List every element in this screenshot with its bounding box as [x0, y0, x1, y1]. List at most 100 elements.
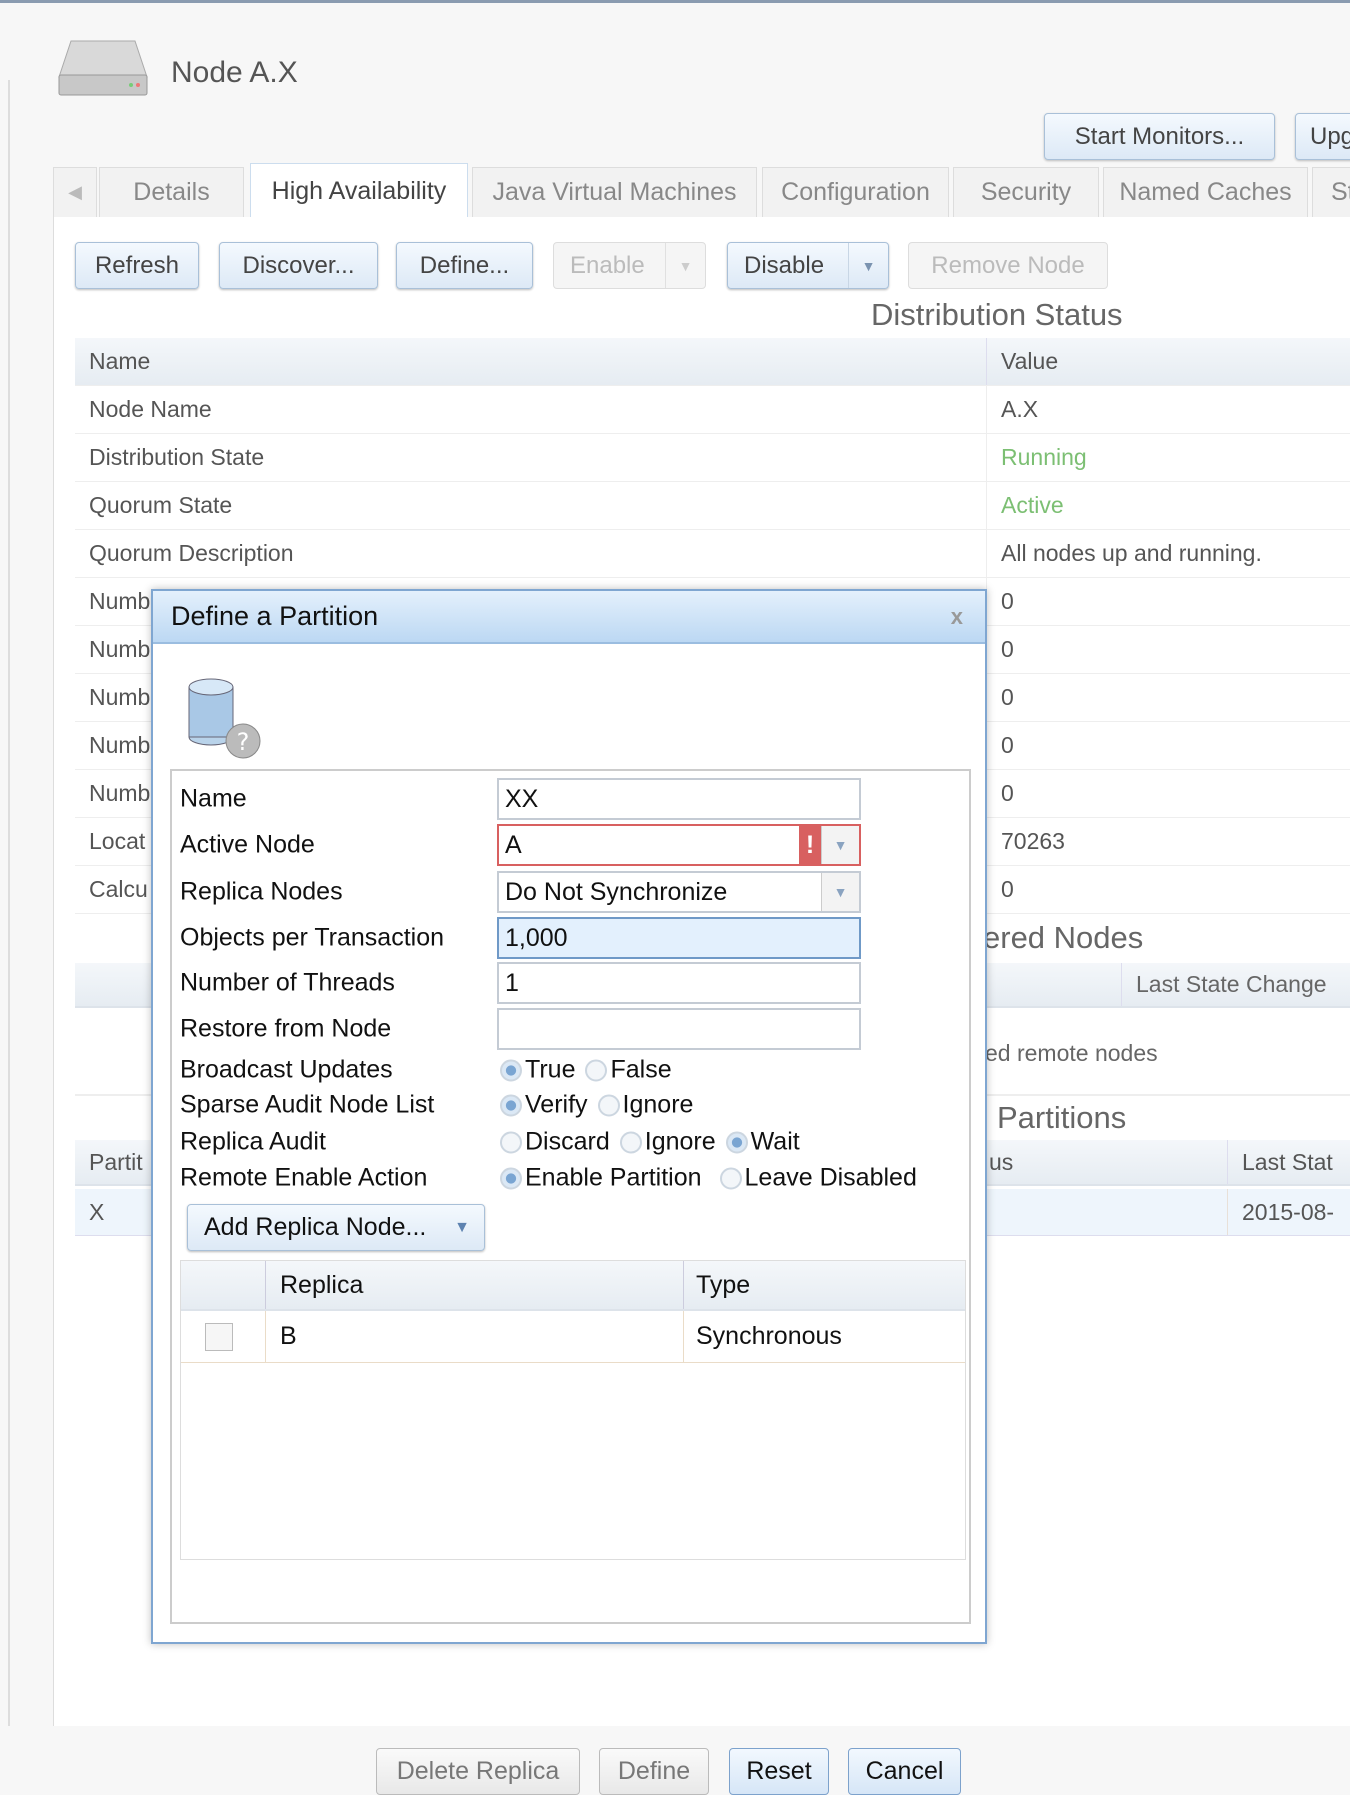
number-of-threads-input[interactable]: 1 [497, 962, 861, 1004]
upgrade-button[interactable]: Upg [1295, 113, 1350, 160]
radio-option[interactable]: True [500, 1056, 575, 1085]
tab-details[interactable]: Details [99, 167, 244, 217]
row-value: 70263 [986, 818, 1350, 865]
tab-named-caches[interactable]: Named Caches [1103, 167, 1308, 217]
tab-java-virtual-machines[interactable]: Java Virtual Machines [472, 167, 757, 217]
restore-from-node-input[interactable] [497, 1008, 861, 1050]
tab-security[interactable]: Security [953, 167, 1099, 217]
window-top-border [0, 0, 1350, 3]
row-value: Running [986, 434, 1350, 481]
row-name: Numb [89, 636, 151, 662]
start-monitors-button[interactable]: Start Monitors... [1044, 113, 1275, 160]
database-help-icon: ? [187, 677, 265, 769]
node-drive-icon [57, 39, 149, 96]
remote-enable-label: Remote Enable Action [180, 1163, 428, 1192]
radio-button[interactable] [500, 1094, 522, 1117]
tab-configuration[interactable]: Configuration [762, 167, 949, 217]
objects-per-transaction-input[interactable]: 1,000 [497, 917, 861, 959]
column-header-last-state[interactable]: Last Stat [1227, 1140, 1333, 1184]
replica-grid: Replica Type B Synchronous [180, 1260, 966, 1560]
table-row[interactable]: Quorum State Active [75, 482, 1350, 530]
disable-label: Disable [744, 251, 825, 279]
name-value: XX [505, 784, 539, 813]
radio-option[interactable]: Verify [500, 1091, 588, 1120]
radio-option[interactable]: False [585, 1055, 672, 1085]
radio-button[interactable] [500, 1167, 522, 1190]
row-name: Calcu [89, 876, 148, 902]
table-row[interactable]: Quorum Description All nodes up and runni… [75, 530, 1350, 578]
chevron-down-icon[interactable]: ▼ [665, 243, 705, 288]
left-divider [8, 80, 10, 1726]
remove-node-button[interactable]: Remove Node [908, 242, 1108, 289]
discover-button[interactable]: Discover... [219, 242, 378, 289]
radio-option[interactable]: Discard [500, 1128, 610, 1157]
refresh-button[interactable]: Refresh [75, 242, 199, 289]
table-row[interactable]: Node Name A.X [75, 386, 1350, 434]
row-value: 0 [986, 866, 1350, 913]
close-icon[interactable]: x [951, 604, 963, 630]
tab-high-availability[interactable]: High Availability [250, 163, 468, 219]
radio-button[interactable] [585, 1059, 608, 1082]
chevron-left-icon: ◀ [68, 182, 82, 202]
radio-button[interactable] [500, 1059, 522, 1082]
discovered-empty-message: ed remote nodes [985, 1040, 1158, 1066]
cancel-button[interactable]: Cancel [848, 1748, 961, 1795]
row-value: 0 [986, 626, 1350, 673]
column-header-status[interactable]: us [989, 1140, 1013, 1184]
radio-button[interactable] [719, 1167, 742, 1190]
tab-scroll-left[interactable]: ◀ [53, 167, 97, 217]
replica-audit-radio-group: Discard Ignore Wait [500, 1128, 800, 1157]
radio-button[interactable] [725, 1131, 748, 1154]
table-row[interactable]: Distribution State Running [75, 434, 1350, 482]
delete-replica-button[interactable]: Delete Replica [376, 1748, 580, 1795]
page-title: Node A.X [171, 56, 298, 89]
dialog-titlebar[interactable]: Define a Partition x [153, 591, 985, 644]
radio-option[interactable]: Leave Disabled [719, 1163, 917, 1193]
column-header-name[interactable]: Name [89, 338, 150, 385]
row-value: Active [986, 482, 1350, 529]
add-replica-label: Add Replica Node... [204, 1213, 427, 1241]
define-button[interactable]: Define... [396, 242, 533, 289]
radio-option[interactable]: Ignore [597, 1090, 694, 1120]
chevron-down-icon[interactable]: ▼ [821, 826, 859, 864]
radio-button[interactable] [500, 1131, 522, 1154]
chevron-down-icon[interactable]: ▼ [821, 873, 859, 911]
row-value: 0 [986, 770, 1350, 817]
name-input[interactable]: XX [497, 778, 861, 820]
column-header-partition[interactable]: Partit [89, 1140, 143, 1184]
tab-more[interactable]: St [1312, 167, 1350, 217]
replica-nodes-value: Do Not Synchronize [505, 877, 728, 906]
radio-label: Wait [750, 1127, 800, 1156]
replica-nodes-select[interactable]: Do Not Synchronize ▼ [497, 871, 861, 913]
replica-grid-header: Replica Type [181, 1261, 965, 1311]
disable-split-button[interactable]: Disable ▼ [727, 242, 889, 289]
column-header-type[interactable]: Type [683, 1261, 750, 1309]
row-name: Numb [89, 780, 151, 806]
row-value: 0 [986, 722, 1350, 769]
radio-label: False [610, 1055, 672, 1084]
enable-split-button[interactable]: Enable ▼ [553, 242, 706, 289]
radio-label: Ignore [622, 1090, 694, 1119]
row-checkbox[interactable] [205, 1322, 233, 1351]
radio-button[interactable] [619, 1131, 642, 1154]
radio-option[interactable]: Wait [725, 1127, 800, 1157]
reset-button[interactable]: Reset [729, 1748, 829, 1795]
active-node-select[interactable]: A! ▼ [497, 824, 861, 866]
name-label: Name [180, 784, 247, 813]
row-value: 0 [986, 674, 1350, 721]
radio-option[interactable]: Enable Partition [500, 1164, 702, 1193]
row-name: Numb [89, 684, 151, 710]
column-header-last-state-change[interactable]: Last State Change [1121, 963, 1327, 1006]
table-row[interactable]: B Synchronous [181, 1311, 965, 1363]
radio-label: Leave Disabled [744, 1163, 917, 1192]
error-icon: ! [799, 826, 821, 864]
column-header-replica[interactable]: Replica [265, 1261, 363, 1309]
radio-option[interactable]: Ignore [619, 1128, 716, 1157]
add-replica-node-button[interactable]: Add Replica Node... ▼ [187, 1204, 485, 1251]
column-header-value[interactable]: Value [986, 338, 1350, 385]
define-partition-button[interactable]: Define [599, 1748, 709, 1795]
distribution-status-heading: Distribution Status [871, 297, 1123, 332]
chevron-down-icon[interactable]: ▼ [848, 243, 888, 288]
enable-label: Enable [570, 251, 645, 279]
radio-button[interactable] [597, 1094, 620, 1117]
